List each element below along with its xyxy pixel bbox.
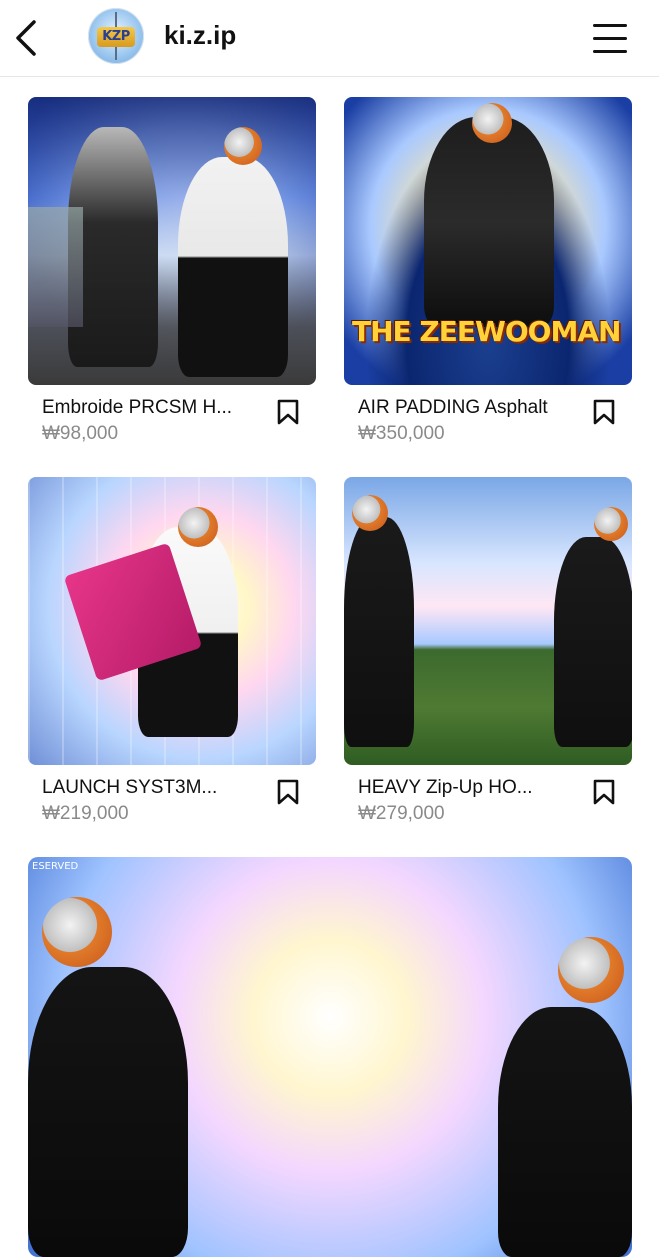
product-price: ₩279,000	[358, 803, 445, 824]
product-price: ₩98,000	[42, 423, 119, 444]
product-name[interactable]: AIR PADDING Asphalt	[358, 397, 578, 419]
thumbnail-banner: THE ZEEWOOMAN	[352, 315, 621, 348]
avatar-logo: KZP	[97, 27, 135, 47]
product-image[interactable]	[28, 97, 316, 385]
bookmark-button[interactable]	[276, 779, 300, 805]
product-name[interactable]: HEAVY Zip-Up HO...	[358, 777, 578, 799]
product-image-large[interactable]: ESERVED	[28, 857, 632, 1257]
bookmark-icon	[277, 399, 299, 425]
back-button[interactable]	[10, 18, 46, 58]
product-image[interactable]: THE ZEEWOOMAN	[344, 97, 632, 385]
top-bar: KZP ki.z.ip	[0, 0, 659, 77]
bookmark-icon	[593, 399, 615, 425]
product-image[interactable]	[28, 477, 316, 765]
bookmark-icon	[593, 779, 615, 805]
shop-title[interactable]: ki.z.ip	[164, 20, 236, 51]
bookmark-button[interactable]	[592, 399, 616, 425]
back-arrow-icon	[16, 20, 36, 56]
product-price: ₩350,000	[358, 423, 445, 444]
bookmark-icon	[277, 779, 299, 805]
shop-avatar[interactable]: KZP	[88, 8, 144, 64]
product-name[interactable]: LAUNCH SYST3M...	[42, 777, 262, 799]
product-image[interactable]	[344, 477, 632, 765]
product-price: ₩219,000	[42, 803, 129, 824]
product-name[interactable]: Embroide PRCSM H...	[42, 397, 262, 419]
bookmark-button[interactable]	[276, 399, 300, 425]
menu-button[interactable]	[590, 20, 630, 56]
bookmark-button[interactable]	[592, 779, 616, 805]
thumbnail-corner-text: ESERVED	[32, 861, 79, 872]
